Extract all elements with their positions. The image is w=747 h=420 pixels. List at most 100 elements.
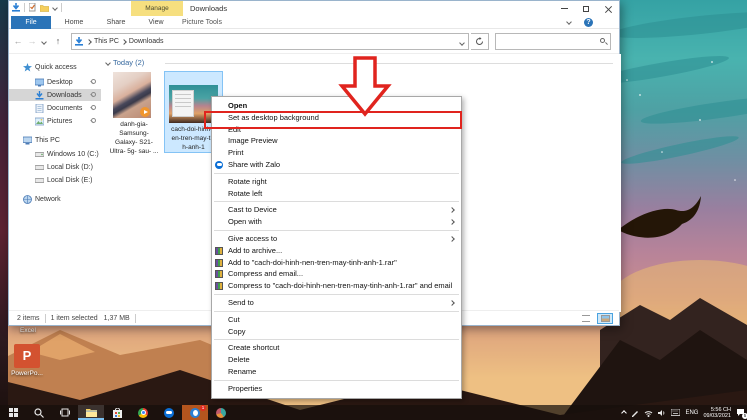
address-dropdown-chevron-icon[interactable]: [459, 40, 465, 46]
action-center-button[interactable]: 5: [736, 408, 745, 417]
sidebar-item-desktop[interactable]: Desktop: [9, 76, 101, 88]
desktop-icon-label-excel[interactable]: Excel: [6, 327, 50, 334]
selected-size: 1,37 MB: [104, 315, 130, 322]
taskbar-chrome[interactable]: [130, 405, 156, 420]
menu-item-compress-to-named-rar-and-email[interactable]: Compress to "cach-doi-hinh-nen-tren-may-…: [212, 280, 461, 292]
address-bar-row: ← → ↑ This PC Downloads: [9, 29, 619, 54]
thumbnail-view-button[interactable]: [597, 313, 613, 324]
thumbnail-view-icon: [601, 315, 610, 322]
maximize-icon: [583, 6, 589, 12]
winrar-icon: [215, 282, 223, 290]
menu-item-add-to-archive[interactable]: Add to archive...: [212, 245, 461, 257]
sidebar-item-local-disk-e[interactable]: Local Disk (E:): [9, 174, 101, 186]
windows-logo-icon: [9, 408, 18, 417]
menu-item-rename[interactable]: Rename: [212, 366, 461, 378]
system-tray: ENG 5:56 CH 09/03/2021 5: [622, 405, 745, 420]
search-icon: [34, 408, 44, 418]
menu-item-add-to-named-rar[interactable]: Add to "cach-doi-hinh-nen-tren-may-tinh-…: [212, 257, 461, 269]
desktop-icon-label-powerpoint[interactable]: PowerPo...: [2, 370, 52, 377]
close-button[interactable]: [597, 1, 619, 16]
menu-item-share-with-zalo[interactable]: Share with Zalo: [212, 159, 461, 171]
forward-button[interactable]: →: [25, 33, 39, 49]
details-view-button[interactable]: [578, 313, 594, 324]
taskbar-search-button[interactable]: [26, 405, 52, 420]
submenu-arrow-icon: [449, 219, 455, 225]
task-view-button[interactable]: [52, 405, 78, 420]
language-indicator[interactable]: ENG: [685, 410, 698, 416]
powerpoint-desktop-icon[interactable]: P: [14, 344, 40, 368]
group-header[interactable]: Today (2): [106, 58, 144, 67]
chrome-icon: [138, 408, 148, 418]
crumb-chevron-icon: [121, 39, 127, 45]
menu-item-properties[interactable]: Properties: [212, 383, 461, 395]
ribbon-tab-manage[interactable]: Manage: [131, 1, 183, 16]
sidebar-item-this-pc[interactable]: This PC: [9, 134, 101, 146]
minimize-button[interactable]: [553, 1, 575, 16]
context-menu: Open Set as desktop background Edit Imag…: [211, 96, 462, 399]
sidebar-item-pictures[interactable]: Pictures: [9, 115, 101, 127]
taskbar-file-explorer[interactable]: [78, 405, 104, 420]
network-icon: [23, 195, 32, 204]
sidebar-item-quick-access[interactable]: Quick access: [9, 61, 101, 73]
menu-item-rotate-right[interactable]: Rotate right: [212, 176, 461, 188]
menu-item-cut[interactable]: Cut: [212, 314, 461, 326]
ribbon-tab-picture-tools[interactable]: Picture Tools: [177, 16, 227, 29]
up-button[interactable]: ↑: [51, 33, 65, 49]
refresh-button[interactable]: [471, 33, 489, 50]
volume-icon[interactable]: [658, 409, 666, 417]
menu-item-rotate-left[interactable]: Rotate left: [212, 188, 461, 200]
menu-item-open-with[interactable]: Open with: [212, 216, 461, 228]
touch-keyboard-icon[interactable]: [671, 409, 680, 416]
start-button[interactable]: [0, 405, 26, 420]
pen-icon[interactable]: [631, 409, 639, 417]
file-item-video[interactable]: danh-gia- Samsung- Galaxy- S21- Ultra- 5…: [105, 72, 163, 156]
network-wifi-icon[interactable]: [644, 409, 653, 417]
sidebar-item-downloads[interactable]: Downloads: [9, 89, 101, 101]
sidebar-item-documents[interactable]: Documents: [9, 102, 101, 114]
taskbar-browser[interactable]: [208, 405, 234, 420]
ribbon-tab-view[interactable]: View: [139, 16, 173, 29]
breadcrumb-downloads[interactable]: Downloads: [129, 38, 164, 45]
taskbar-coccoc[interactable]: 1: [182, 405, 208, 420]
picture-icon: [35, 117, 44, 126]
menu-item-cast-to-device[interactable]: Cast to Device: [212, 204, 461, 216]
back-button[interactable]: ←: [11, 33, 25, 49]
properties-icon[interactable]: [29, 3, 36, 12]
new-folder-icon[interactable]: [40, 4, 49, 12]
tray-overflow-chevron-icon[interactable]: [622, 410, 628, 416]
menu-item-delete[interactable]: Delete: [212, 354, 461, 366]
sidebar-item-windows-c[interactable]: Windows 10 (C:): [9, 148, 101, 160]
sidebar-item-network[interactable]: Network: [9, 193, 101, 205]
menu-item-compress-and-email[interactable]: Compress and email...: [212, 268, 461, 280]
help-icon[interactable]: ?: [584, 18, 593, 27]
breadcrumb: This PC Downloads: [87, 38, 164, 45]
qat-customize-chevron-icon[interactable]: [52, 5, 58, 11]
drive-icon: [35, 150, 44, 159]
menu-item-image-preview[interactable]: Image Preview: [212, 135, 461, 147]
winrar-icon: [215, 247, 223, 255]
address-bar[interactable]: This PC Downloads: [71, 33, 469, 50]
taskbar-zalo[interactable]: [156, 405, 182, 420]
ribbon-tab-share[interactable]: Share: [97, 16, 135, 29]
menu-item-copy[interactable]: Copy: [212, 326, 461, 338]
file-explorer-icon: [86, 408, 97, 417]
downloads-crumb-icon: [75, 37, 83, 46]
pin-icon: [90, 105, 95, 110]
menu-item-send-to[interactable]: Send to: [212, 297, 461, 309]
ribbon-tab-home[interactable]: Home: [55, 16, 93, 29]
breadcrumb-this-pc[interactable]: This PC: [94, 38, 119, 45]
taskbar-clock[interactable]: 5:56 CH 09/03/2021: [703, 407, 731, 419]
ribbon-collapse-chevron-icon[interactable]: [566, 19, 572, 25]
recent-locations-chevron-icon[interactable]: [41, 39, 47, 45]
sidebar-item-local-disk-d[interactable]: Local Disk (D:): [9, 161, 101, 173]
search-input[interactable]: [495, 33, 611, 50]
menu-item-give-access-to[interactable]: Give access to: [212, 233, 461, 245]
drive-icon: [35, 176, 44, 185]
menu-item-print[interactable]: Print: [212, 147, 461, 159]
pin-icon: [90, 118, 95, 123]
menu-item-create-shortcut[interactable]: Create shortcut: [212, 342, 461, 354]
ribbon-tab-file[interactable]: File: [11, 16, 51, 29]
toolbar-separator: [24, 3, 25, 12]
taskbar-microsoft-store[interactable]: [104, 405, 130, 420]
maximize-button[interactable]: [575, 1, 597, 16]
